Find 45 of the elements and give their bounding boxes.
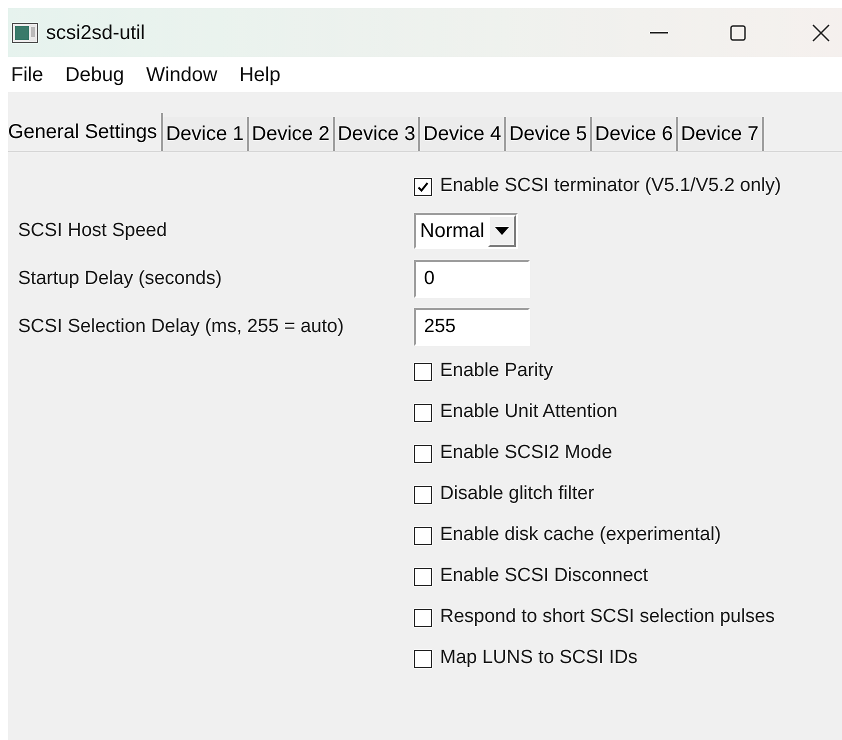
checkbox-label: Respond to short SCSI selection pulses [440,605,775,630]
maximize-icon[interactable] [730,24,746,40]
number-field[interactable]: 255 [414,308,530,346]
setting-label: SCSI Host Speed [18,218,167,243]
setting-label: SCSI Selection Delay (ms, 255 = auto) [18,314,344,339]
tab[interactable]: Device 5 [506,117,592,151]
minimize-icon[interactable] [650,32,668,34]
window-title: scsi2sd-util [46,20,145,46]
checkbox[interactable] [414,362,432,380]
app-icon [12,22,38,42]
speed-dropdown[interactable]: Normal [414,213,518,249]
number-field[interactable]: 0 [414,260,530,298]
tab[interactable]: Device 4 [420,117,506,151]
checkbox[interactable] [414,404,432,422]
tab[interactable]: Device 6 [592,117,678,151]
tab[interactable]: Device 7 [678,117,764,151]
menu-item[interactable]: Debug [65,60,124,90]
checkmark-icon [417,180,429,192]
checkbox[interactable] [414,650,432,668]
tab[interactable]: General Settings [8,113,163,151]
tab[interactable]: Device 3 [334,117,420,151]
setting-label: Startup Delay (seconds) [18,266,222,291]
tab[interactable]: Device 1 [162,117,249,151]
checkbox[interactable] [414,608,432,626]
checkbox-label: Enable SCSI2 Mode [440,441,612,466]
dropdown-arrow-button[interactable] [488,215,516,247]
checkbox-label: Enable disk cache (experimental) [440,523,721,548]
caret-icon [495,227,510,235]
menu-item[interactable]: Help [239,60,280,90]
checkbox-label: Enable Unit Attention [440,400,618,424]
checkbox-label: Enable SCSI Disconnect [440,564,648,588]
checkbox-label: Enable Parity [440,359,554,384]
checkbox[interactable] [414,526,432,544]
checkbox[interactable] [414,178,432,196]
menu-item[interactable]: Window [146,60,218,90]
checkbox[interactable] [414,444,432,462]
checkbox-label: Enable SCSI terminator (V5.1/V5.2 only) [440,174,782,198]
checkbox-label: Map LUNS to SCSI IDs [440,646,638,670]
tab[interactable]: Device 2 [248,117,335,151]
dropdown-value: Normal [419,219,486,244]
checkbox[interactable] [414,486,432,504]
checkbox-label: Disable glitch filter [440,482,594,506]
menu-item[interactable]: File [11,60,44,90]
checkbox[interactable] [414,568,432,586]
close-icon[interactable] [812,24,830,42]
